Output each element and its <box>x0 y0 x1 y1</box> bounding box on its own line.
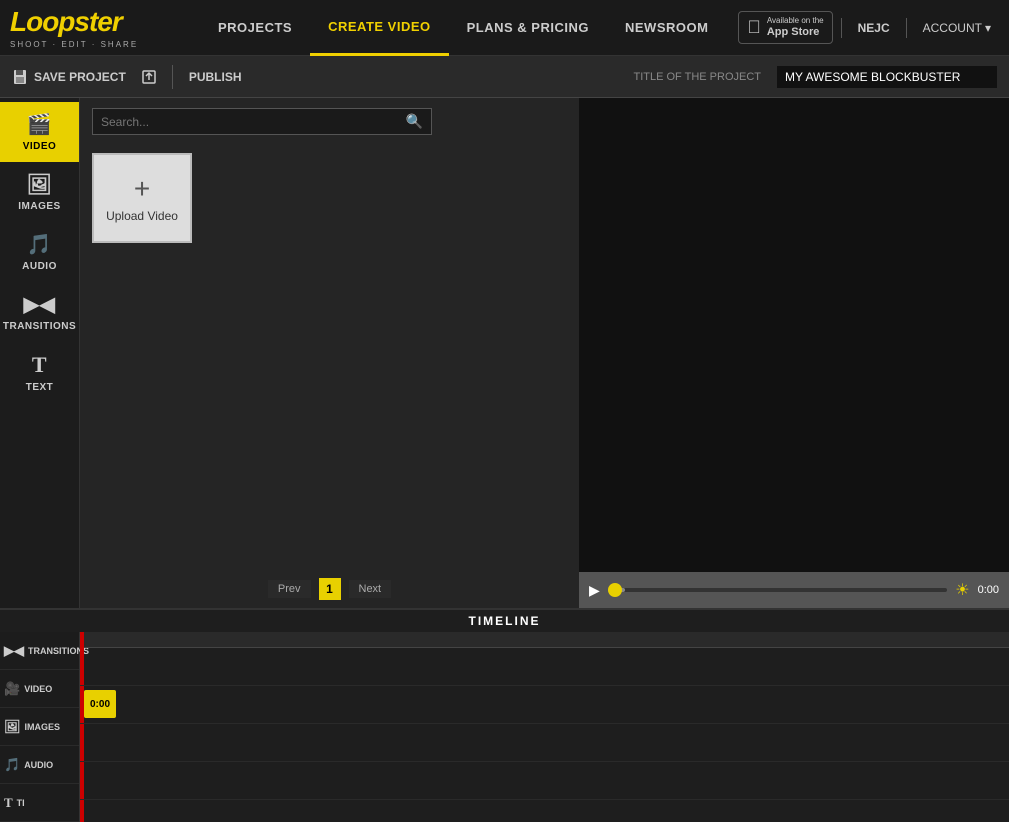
progress-thumb <box>608 583 622 597</box>
track-audio: 🎵 AUDIO <box>0 746 79 784</box>
nav-right:  Available on the App Store NEJC ACCOUN… <box>738 11 999 44</box>
track-text-icon: T <box>4 795 13 811</box>
toolbar-separator <box>172 65 173 89</box>
track-video-icon: 🎥 <box>4 681 20 697</box>
timeline-ruler <box>80 632 1009 648</box>
app-store-small: Available on the <box>767 16 824 26</box>
nav-newsroom[interactable]: NEWSROOM <box>607 0 726 56</box>
nav-links: PROJECTS CREATE VIDEO PLANS & PRICING NE… <box>200 0 738 56</box>
current-page: 1 <box>319 578 341 600</box>
track-transitions-icon: ▶◀ <box>4 643 24 659</box>
video-icon: 🎬 <box>27 112 52 137</box>
toolbar: SAVE PROJECT PUBLISH TITLE OF THE PROJEC… <box>0 56 1009 98</box>
timeline-row-transitions <box>80 648 1009 686</box>
upload-video-card[interactable]: + Upload Video <box>92 153 192 243</box>
main-area: 🎬 VIDEO 🖼 IMAGES 🎵 AUDIO ▶◀ TRANSITIONS … <box>0 98 1009 608</box>
upload-plus-icon: + <box>134 173 150 205</box>
pagination-row: Prev 1 Next <box>80 570 579 608</box>
search-icon[interactable]: 🔍 <box>406 113 423 130</box>
timeline-label: TIMELINE <box>0 610 1009 632</box>
user-button[interactable]: NEJC <box>850 17 898 39</box>
play-button[interactable]: ▶ <box>589 582 600 599</box>
publish-button[interactable]: PUBLISH <box>189 70 242 84</box>
search-input[interactable] <box>101 115 406 129</box>
sidebar-item-images[interactable]: 🖼 IMAGES <box>0 162 79 222</box>
progress-bar[interactable] <box>608 588 947 592</box>
sidebar-item-video[interactable]: 🎬 VIDEO <box>0 102 79 162</box>
preview-screen <box>579 98 1009 572</box>
logo-sub: SHOOT · EDIT · SHARE <box>10 40 138 49</box>
account-button[interactable]: ACCOUNT ▾ <box>915 17 999 39</box>
nav-plans-pricing[interactable]: PLANS & PRICING <box>449 0 607 56</box>
timeline-row-video: 0:00 <box>80 686 1009 724</box>
timeline-content: 0:00 <box>80 632 1009 822</box>
logo: Loopster <box>10 6 138 38</box>
nav-divider-2 <box>906 18 907 38</box>
track-images-icon: 🖼 <box>4 719 21 735</box>
save-icon <box>12 69 28 85</box>
track-text: T Ti <box>0 784 79 822</box>
text-icon: T <box>32 352 47 378</box>
timeline-rows: 0:00 <box>80 648 1009 822</box>
audio-icon: 🎵 <box>27 232 52 257</box>
top-nav: Loopster SHOOT · EDIT · SHARE PROJECTS C… <box>0 0 1009 56</box>
timeline-section: TIMELINE ▶◀ TRANSITIONS 🎥 VIDEO 🖼 IMAGES… <box>0 608 1009 822</box>
project-title-label: TITLE OF THE PROJECT <box>633 71 761 83</box>
timeline-body: ▶◀ TRANSITIONS 🎥 VIDEO 🖼 IMAGES 🎵 AUDIO … <box>0 632 1009 822</box>
left-sidebar: 🎬 VIDEO 🖼 IMAGES 🎵 AUDIO ▶◀ TRANSITIONS … <box>0 98 80 608</box>
timeline-row-images <box>80 724 1009 762</box>
chevron-down-icon: ▾ <box>985 21 991 35</box>
project-title-input[interactable] <box>777 66 997 88</box>
time-display: 0:00 <box>978 584 999 596</box>
volume-icon[interactable]: ☀ <box>955 580 969 600</box>
track-transitions: ▶◀ TRANSITIONS <box>0 632 79 670</box>
images-icon: 🖼 <box>27 172 53 197</box>
track-video: 🎥 VIDEO <box>0 670 79 708</box>
search-input-wrap: 🔍 <box>92 108 432 135</box>
sidebar-item-text[interactable]: T TEXT <box>0 342 79 403</box>
transitions-icon: ▶◀ <box>24 292 56 317</box>
timeline-row-text <box>80 800 1009 822</box>
apple-icon:  <box>747 17 761 38</box>
sidebar-item-audio[interactable]: 🎵 AUDIO <box>0 222 79 282</box>
sidebar-item-transitions[interactable]: ▶◀ TRANSITIONS <box>0 282 79 342</box>
nav-divider-1 <box>841 18 842 38</box>
preview-controls: ▶ ☀ 0:00 <box>579 572 1009 608</box>
timeline-clip[interactable]: 0:00 <box>84 690 116 718</box>
export-icon <box>142 70 156 84</box>
timeline-tracks: ▶◀ TRANSITIONS 🎥 VIDEO 🖼 IMAGES 🎵 AUDIO … <box>0 632 80 822</box>
app-store-big: App Store <box>767 26 824 39</box>
save-project-button[interactable]: SAVE PROJECT <box>12 69 126 85</box>
nav-create-video[interactable]: CREATE VIDEO <box>310 0 449 56</box>
media-grid: + Upload Video <box>80 145 579 570</box>
next-page-button[interactable]: Next <box>349 580 392 598</box>
timeline-row-audio <box>80 762 1009 800</box>
preview-panel: ▶ ☀ 0:00 <box>579 98 1009 608</box>
nav-projects[interactable]: PROJECTS <box>200 0 310 56</box>
upload-label: Upload Video <box>106 209 178 223</box>
export-button[interactable] <box>142 70 156 84</box>
center-panel: 🔍 + Upload Video Prev 1 Next <box>80 98 579 608</box>
track-images: 🖼 IMAGES <box>0 708 79 746</box>
search-bar-row: 🔍 <box>80 98 579 145</box>
track-audio-icon: 🎵 <box>4 757 20 773</box>
app-store-button[interactable]:  Available on the App Store <box>738 11 832 44</box>
prev-page-button[interactable]: Prev <box>268 580 311 598</box>
logo-area: Loopster SHOOT · EDIT · SHARE <box>0 6 200 49</box>
